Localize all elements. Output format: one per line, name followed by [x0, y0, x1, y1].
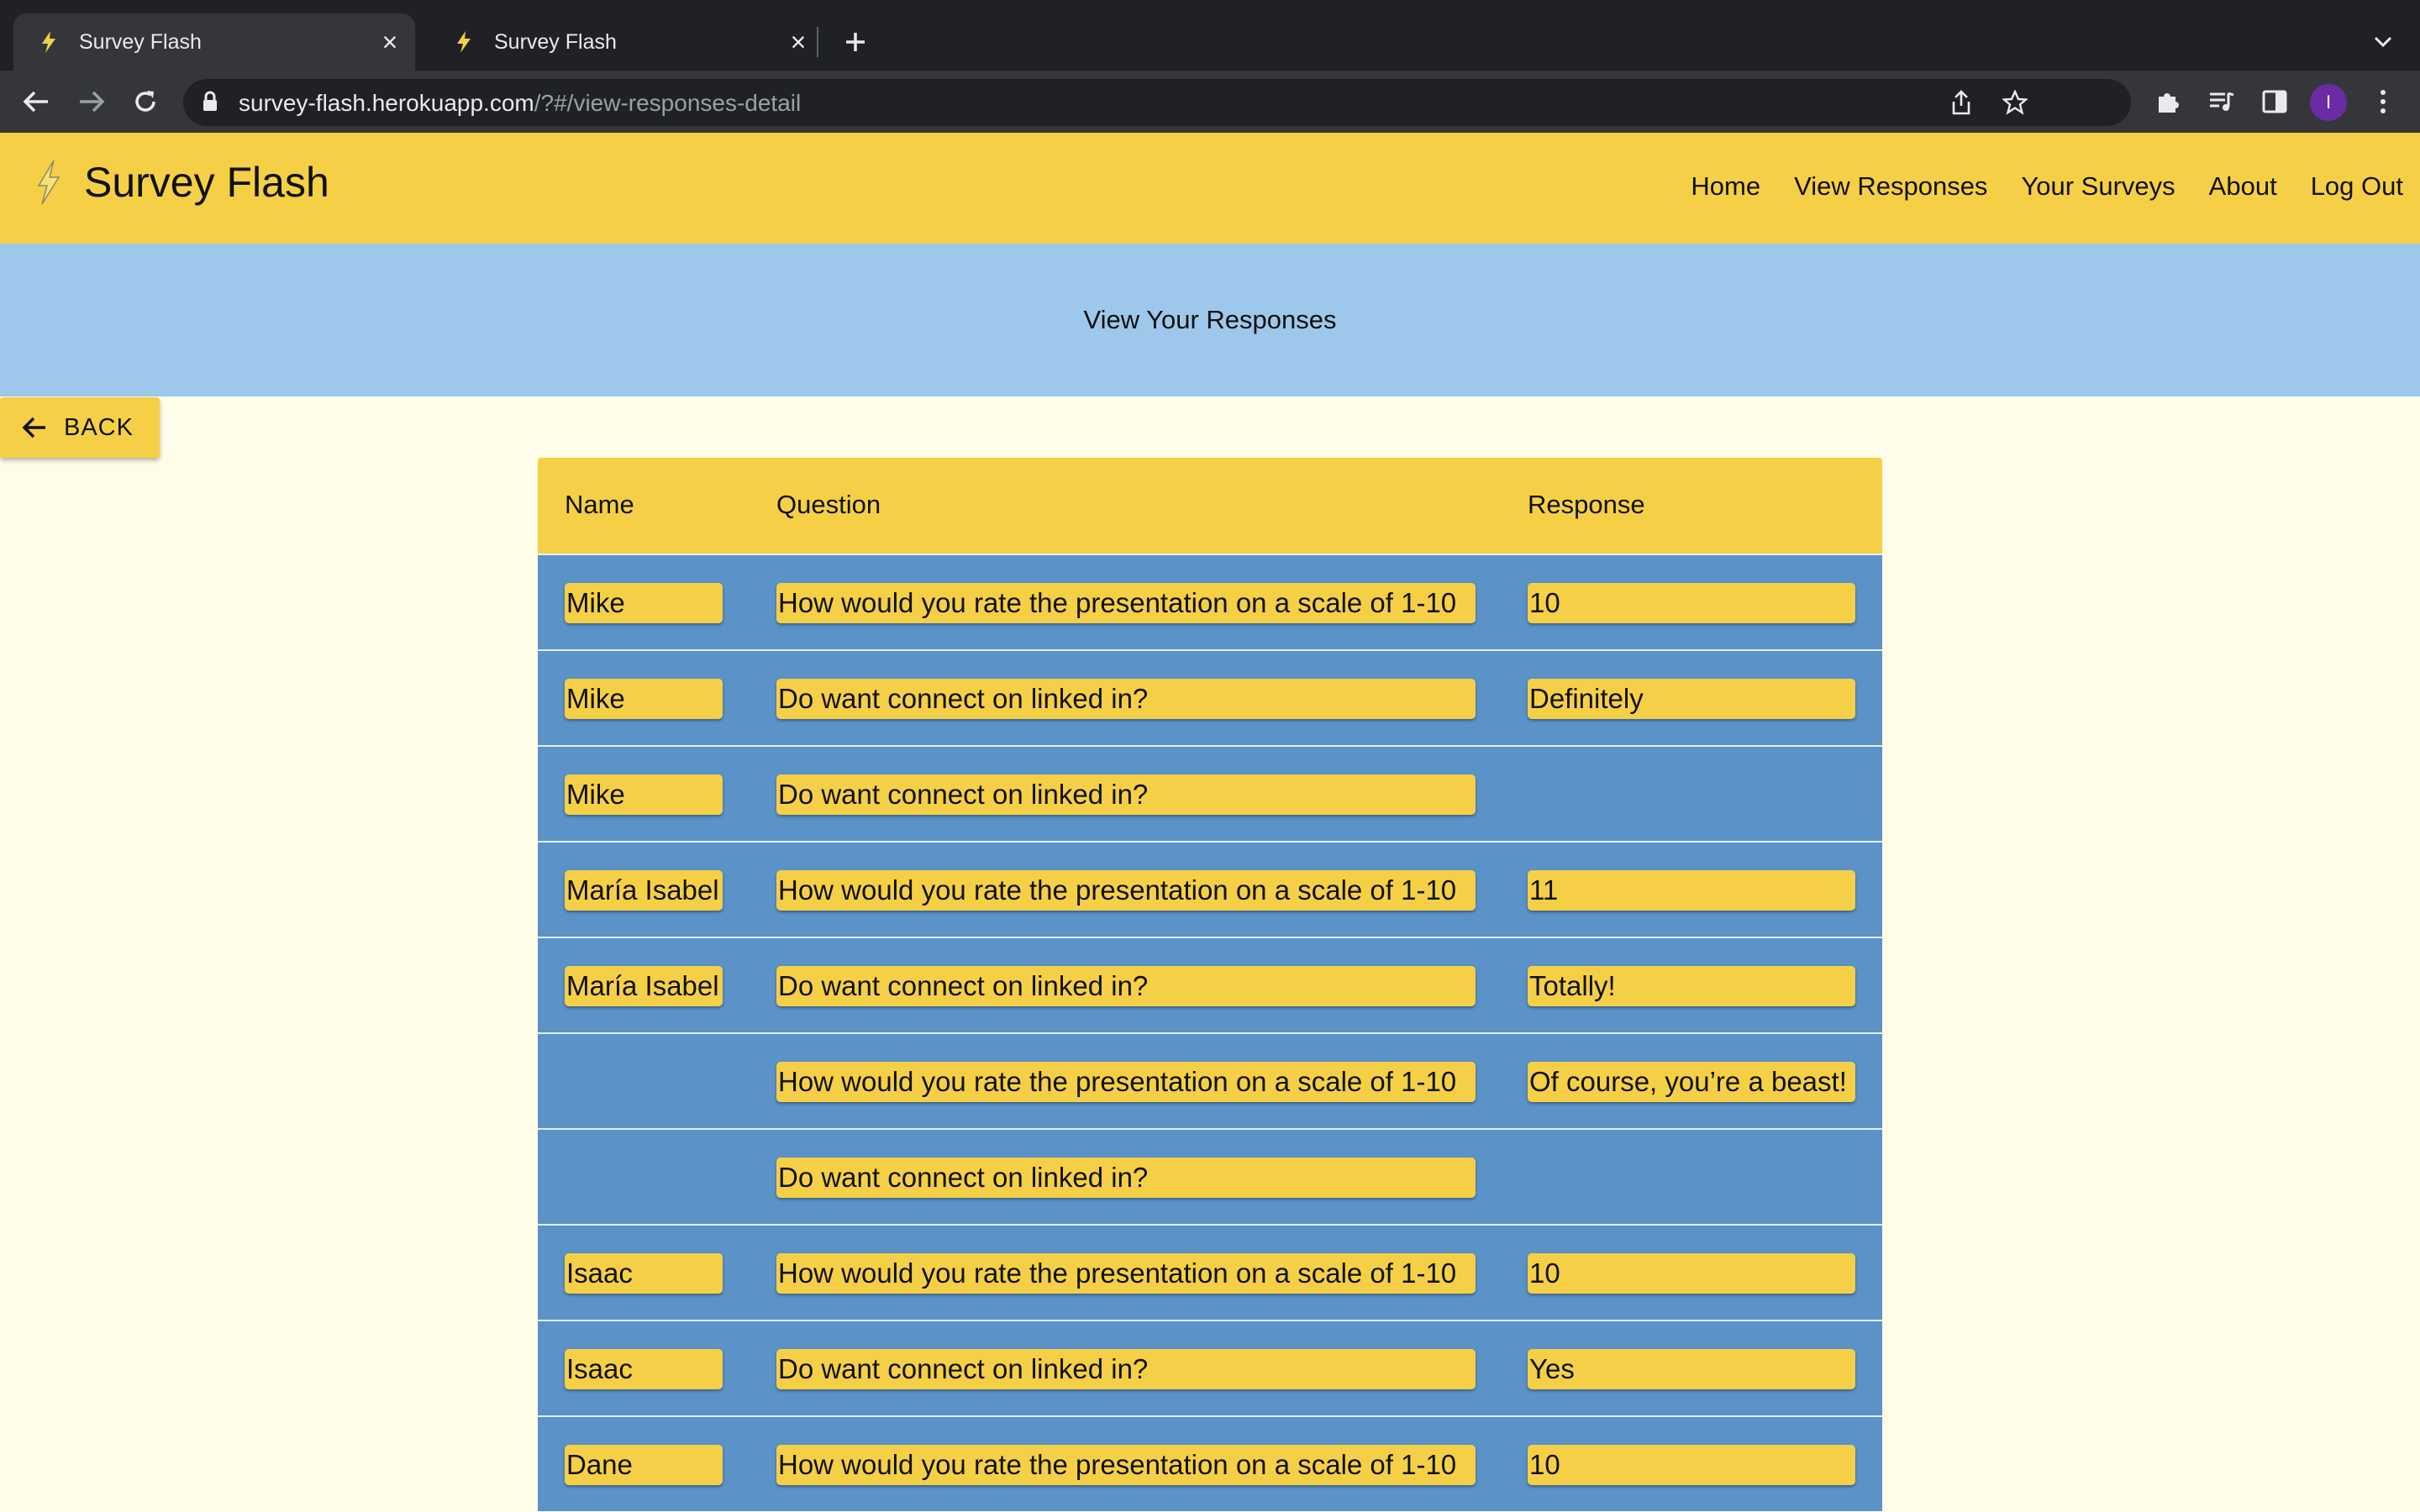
new-tab-button[interactable] [837, 24, 874, 60]
arrow-left-icon [23, 91, 48, 113]
table-row: How would you rate the presentation on a… [538, 1032, 1882, 1128]
lightning-bolt-icon [37, 160, 60, 205]
name-cell: María Isabel [565, 966, 723, 1006]
column-header-response: Response [1528, 490, 1645, 519]
star-icon [2002, 90, 2028, 115]
response-cell: 11 [1528, 870, 1855, 911]
response-cell: Definitely [1528, 679, 1855, 719]
response-cell: Yes [1528, 1349, 1855, 1389]
table-row: Mike How would you rate the presentation … [538, 554, 1882, 649]
tab-close-icon[interactable]: × [373, 25, 407, 59]
nav-view-responses[interactable]: View Responses [1794, 171, 1987, 202]
table-body: Mike How would you rate the presentation … [538, 554, 1882, 1511]
lock-icon [203, 91, 217, 111]
extensions-button[interactable] [2147, 81, 2189, 123]
music-queue-icon [2210, 92, 2234, 111]
brand-name: Survey Flash [84, 159, 329, 206]
tab-divider [817, 27, 818, 57]
question-cell: How would you rate the presentation on a… [776, 583, 1476, 623]
share-button[interactable] [1946, 87, 1976, 118]
url-host: survey-flash.herokuapp.com [239, 90, 534, 116]
name-cell: Isaac [565, 1253, 723, 1294]
browser-toolbar: survey-flash.herokuapp.com/?#/view-respo… [0, 71, 2420, 133]
browser-tab-active[interactable]: Survey Flash × [13, 13, 415, 71]
browser-menu-button[interactable] [2362, 81, 2404, 123]
page-banner: View Your Responses [0, 244, 2420, 396]
nav-about[interactable]: About [2209, 171, 2277, 202]
profile-avatar[interactable]: I [2310, 84, 2347, 121]
side-panel-icon [2262, 90, 2287, 113]
tab-search-button[interactable] [2366, 25, 2400, 59]
question-cell: Do want connect on linked in? [776, 774, 1476, 815]
arrow-right-icon [80, 91, 105, 113]
name-cell: Mike [565, 774, 723, 815]
puzzle-icon [2159, 93, 2179, 113]
table-row: Dane How would you rate the presentation … [538, 1415, 1882, 1511]
app-header: Survey Flash Home View Responses Your Su… [0, 133, 2420, 244]
tab-title: Survey Flash [494, 29, 617, 54]
arrow-left-icon [22, 417, 45, 438]
question-cell: Do want connect on linked in? [776, 679, 1476, 719]
question-cell: Do want connect on linked in? [776, 1158, 1476, 1198]
question-cell: Do want connect on linked in? [776, 966, 1476, 1006]
responses-table: Name Question Response Mike How would you… [538, 458, 1882, 1511]
media-control-button[interactable] [2201, 81, 2243, 123]
response-cell: 10 [1528, 583, 1855, 623]
nav-log-out[interactable]: Log Out [2311, 171, 2403, 202]
table-row: María Isabel How would you rate the prese… [538, 841, 1882, 937]
back-button[interactable]: BACK [0, 397, 160, 458]
address-bar[interactable]: survey-flash.herokuapp.com/?#/view-respo… [183, 79, 2131, 126]
side-panel-button[interactable] [2254, 81, 2296, 123]
lightning-favicon-icon [42, 31, 55, 53]
name-cell: Mike [565, 583, 723, 623]
chevron-down-icon [2374, 36, 2392, 48]
main-nav: Home View Responses Your Surveys About L… [1657, 171, 2403, 202]
back-nav-button[interactable] [15, 81, 57, 123]
page-title: View Your Responses [1083, 305, 1337, 334]
response-cell: 10 [1528, 1445, 1855, 1485]
name-cell: María Isabel [565, 870, 723, 911]
forward-nav-button[interactable] [71, 81, 113, 123]
table-header: Name Question Response [538, 458, 1882, 554]
browser-tab-inactive[interactable]: Survey Flash × [429, 13, 823, 71]
tab-close-icon[interactable]: × [781, 25, 815, 59]
response-cell: 10 [1528, 1253, 1855, 1294]
url-path: /?#/view-responses-detail [534, 90, 802, 116]
name-cell: Mike [565, 679, 723, 719]
tab-title: Survey Flash [79, 29, 202, 54]
question-cell: Do want connect on linked in? [776, 1349, 1476, 1389]
table-row: Isaac How would you rate the presentation… [538, 1224, 1882, 1320]
question-cell: How would you rate the presentation on a… [776, 1445, 1476, 1485]
table-row: María Isabel Do want connect on linked in… [538, 937, 1882, 1032]
question-cell: How would you rate the presentation on a… [776, 870, 1476, 911]
reload-icon [135, 91, 155, 112]
reload-button[interactable] [124, 81, 166, 123]
table-row: Do want connect on linked in? [538, 1128, 1882, 1224]
question-cell: How would you rate the presentation on a… [776, 1253, 1476, 1294]
kebab-menu-icon [2381, 90, 2386, 113]
plus-icon [846, 33, 865, 51]
column-header-question: Question [776, 490, 881, 519]
name-cell: Isaac [565, 1349, 723, 1389]
nav-home[interactable]: Home [1691, 171, 1760, 202]
response-cell: Of course, you’re a beast! [1528, 1062, 1855, 1102]
share-icon [1952, 90, 1970, 115]
table-row: Mike Do want connect on linked in? Definit… [538, 649, 1882, 745]
url-text: survey-flash.herokuapp.com/?#/view-respo… [239, 90, 801, 117]
table-row: Isaac Do want connect on linked in? Yes [538, 1320, 1882, 1415]
table-row: Mike Do want connect on linked in? [538, 745, 1882, 841]
lightning-favicon-icon [457, 31, 471, 53]
response-cell: Totally! [1528, 966, 1855, 1006]
back-button-label: BACK [64, 413, 134, 441]
bookmark-button[interactable] [2000, 87, 2030, 118]
brand-logo-link[interactable]: Survey Flash [34, 158, 329, 207]
column-header-name: Name [565, 490, 634, 519]
question-cell: How would you rate the presentation on a… [776, 1062, 1476, 1102]
nav-your-surveys[interactable]: Your Surveys [2021, 171, 2175, 202]
browser-tab-strip: Survey Flash × Survey Flash × [0, 0, 2420, 71]
name-cell: Dane [565, 1445, 723, 1485]
